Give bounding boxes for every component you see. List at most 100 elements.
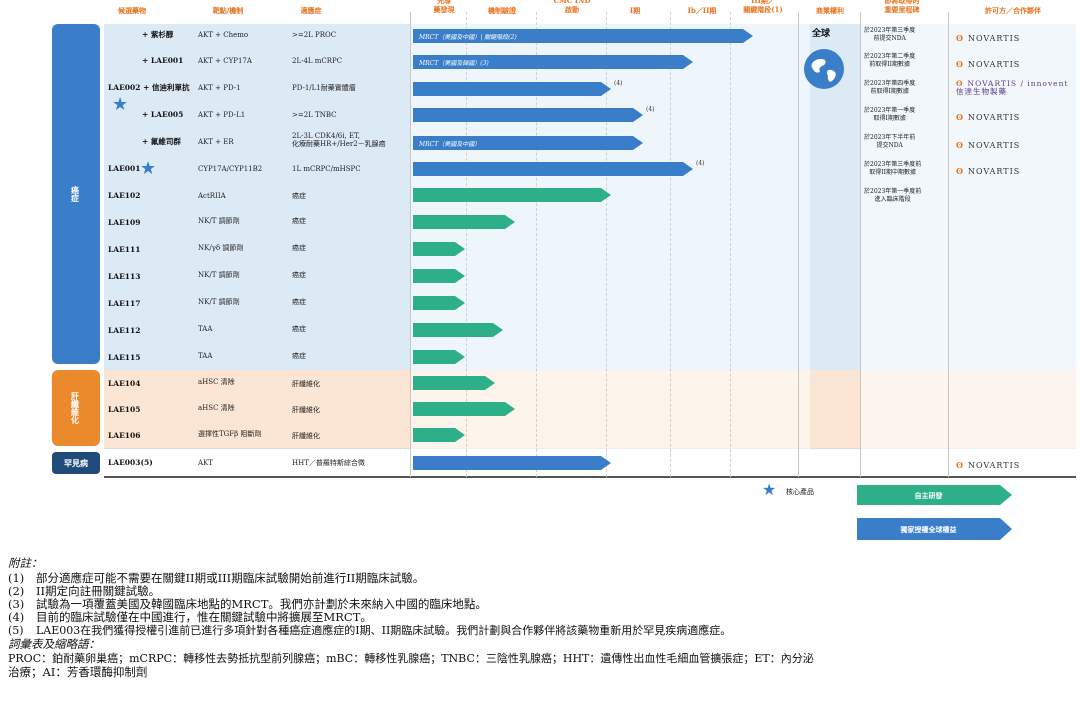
novartis-logo-icon: ʘ xyxy=(956,140,964,150)
category-oncology: 癌症 xyxy=(52,24,100,364)
indication: 2L-4L mCRPC xyxy=(292,57,343,65)
indication: 癌症 xyxy=(292,325,306,333)
progress-arrow xyxy=(413,242,465,256)
progress-arrow xyxy=(413,376,495,390)
drug-name: LAE002 + 信迪利單抗 xyxy=(108,83,190,92)
milestone-text: 於2023年第一季度前 進入臨床階段 xyxy=(864,188,922,203)
partner-logo: ʘ NOVARTIS xyxy=(956,33,1021,43)
core-product-star-icon: ★ xyxy=(112,94,129,115)
indication: 癌症 xyxy=(292,192,306,200)
drug-name: LAE106 xyxy=(108,431,141,440)
progress-arrow: MRCT（美國及韓國）(3) xyxy=(413,55,693,69)
header-milestones: 即將取得的 重要里程碑 xyxy=(884,0,920,14)
category-rare-disease: 罕見病 xyxy=(52,452,100,474)
milestone-text: 於2023年第三季度 前提交NDA xyxy=(864,27,916,42)
drug-name: LAE115 xyxy=(108,353,141,362)
mechanism: AKT + ER xyxy=(198,138,234,146)
stage-divider xyxy=(730,12,731,477)
legend-core-label: 核心產品 xyxy=(786,488,814,496)
progress-arrow xyxy=(413,323,503,337)
drug-name: LAE109 xyxy=(108,218,141,227)
header-candidate: 候選藥物 xyxy=(118,6,146,15)
notes-title: 附註： xyxy=(8,556,43,570)
milestone-text: 於2023年第一季度 取得I期數據 xyxy=(864,107,916,122)
glossary-title: 詞彙表及縮略語： xyxy=(8,637,100,651)
partner-logo: ʘ NOVARTIS xyxy=(956,59,1021,69)
indication: HHT／普羅特斯綜合徵 xyxy=(292,459,365,467)
header-phase1: I期 xyxy=(629,6,641,15)
indication: 2L-3L CDK4/6i, ET, 化療耐藥HR+/Her2－乳腺癌 xyxy=(292,132,386,148)
header-commercial: 商業權利 xyxy=(816,6,844,15)
indication: 肝纖維化 xyxy=(292,432,320,440)
mechanism: AKT + Chemo xyxy=(198,31,249,39)
core-product-star-icon: ★ xyxy=(762,480,777,499)
mechanism: NK/γδ 調節劑 xyxy=(198,244,244,252)
category-liver-fibrosis: 肝纖維化 xyxy=(52,370,100,446)
progress-arrow xyxy=(413,215,515,229)
header-phase1b2: Ib／II期 xyxy=(687,6,717,15)
header-cmc-ind: CMC IND 啟動 xyxy=(553,0,591,14)
mechanism: 選擇性TGFβ 阻斷劑 xyxy=(198,430,262,438)
drug-name: + 紫杉醇 xyxy=(142,30,174,39)
indication: 肝纖維化 xyxy=(292,380,320,388)
mechanism: NK/T 調節劑 xyxy=(198,217,240,225)
mechanism: TAA xyxy=(198,325,213,333)
drug-name: LAE112 xyxy=(108,326,141,335)
header-mechanism: 靶點/機制 xyxy=(212,6,244,15)
indication: 癌症 xyxy=(292,352,306,360)
drug-name: LAE104 xyxy=(108,379,141,388)
novartis-logo-icon: ʘ xyxy=(956,166,964,176)
progress-arrow xyxy=(413,269,465,283)
indication: >=2L PROC xyxy=(292,31,337,39)
mechanism: TAA xyxy=(198,352,213,360)
mechanism: AKT + PD-L1 xyxy=(198,111,246,119)
partner-logo: ʘ NOVARTIS xyxy=(956,166,1021,176)
progress-arrow xyxy=(413,162,693,176)
footnote-ref: (4) xyxy=(696,160,705,167)
milestone-text: 於2023年下半年前 提交NDA xyxy=(864,134,916,149)
header-indication: 適應症 xyxy=(300,6,322,15)
progress-arrow: MRCT（美國及中國） xyxy=(413,136,643,150)
drug-name: LAE117 xyxy=(108,299,141,308)
novartis-logo-icon: ʘ xyxy=(956,33,964,43)
progress-arrow xyxy=(413,456,611,470)
drug-name: LAE113 xyxy=(108,272,141,281)
indication: 癌症 xyxy=(292,271,306,279)
milestone-text: 於2023年第四季度 前取得I期數據 xyxy=(864,80,916,95)
mechanism: AKT + PD-1 xyxy=(198,84,241,92)
mechanism: NK/T 調節劑 xyxy=(198,271,240,279)
mechanism: aHSC 清除 xyxy=(198,404,235,412)
milestone-text: 於2023年第二季度 前取得II期數據 xyxy=(864,53,916,68)
divider xyxy=(860,12,861,477)
drug-name: + LAE005 xyxy=(142,110,184,119)
novartis-logo-icon: ʘ xyxy=(956,460,964,470)
note-item: (4) 目前的臨床試驗僅在中國進行，惟在關鍵試驗中將擴展至MRCT。 xyxy=(8,610,372,624)
mechanism: NK/T 調節劑 xyxy=(198,298,240,306)
indication: 1L mCRPC/mHSPC xyxy=(292,165,361,173)
glossary-text: 治療；AI：芳香環酶抑制劑 xyxy=(8,665,148,679)
header-mech-validation: 機制驗證 xyxy=(488,6,516,15)
footnote-ref: (4) xyxy=(646,106,655,113)
drug-name: + LAE001 xyxy=(142,56,184,65)
progress-arrow xyxy=(413,296,465,310)
mechanism: ActRIIA xyxy=(198,192,226,200)
drug-name: LAE105 xyxy=(108,405,141,414)
glossary-text: PROC：鉑耐藥卵巢癌；mCRPC：轉移性去勢抵抗型前列腺癌；mBC：轉移性乳腺… xyxy=(8,652,814,665)
partner-logo: ʘ NOVARTIS xyxy=(956,112,1021,122)
header-phase3: III期／ 關鍵階段(1) xyxy=(743,0,783,14)
drug-name: + 氟維司群 xyxy=(142,137,181,146)
progress-arrow: MRCT（美國及中國）| 關鍵階段(2) xyxy=(413,29,753,43)
mechanism: CYP17A/CYP11B2 xyxy=(198,165,263,173)
mechanism: aHSC 清除 xyxy=(198,378,235,386)
drug-name: LAE003(5) xyxy=(108,458,153,467)
progress-arrow xyxy=(413,402,515,416)
note-item: (5) LAE003在我們獲得授權引進前已進行多項針對各種癌症適應症的I期、II期… xyxy=(8,624,732,637)
divider xyxy=(798,12,799,477)
indication: >=2L TNBC xyxy=(292,111,337,119)
progress-arrow xyxy=(413,350,465,364)
indication: PD-1/L1耐藥實體瘤 xyxy=(292,84,356,92)
partner-logo: ʘ NOVARTIS xyxy=(956,140,1021,150)
novartis-logo-icon: ʘ xyxy=(956,112,964,122)
drug-name: LAE001 xyxy=(108,164,141,173)
footnote-ref: (4) xyxy=(614,80,623,87)
